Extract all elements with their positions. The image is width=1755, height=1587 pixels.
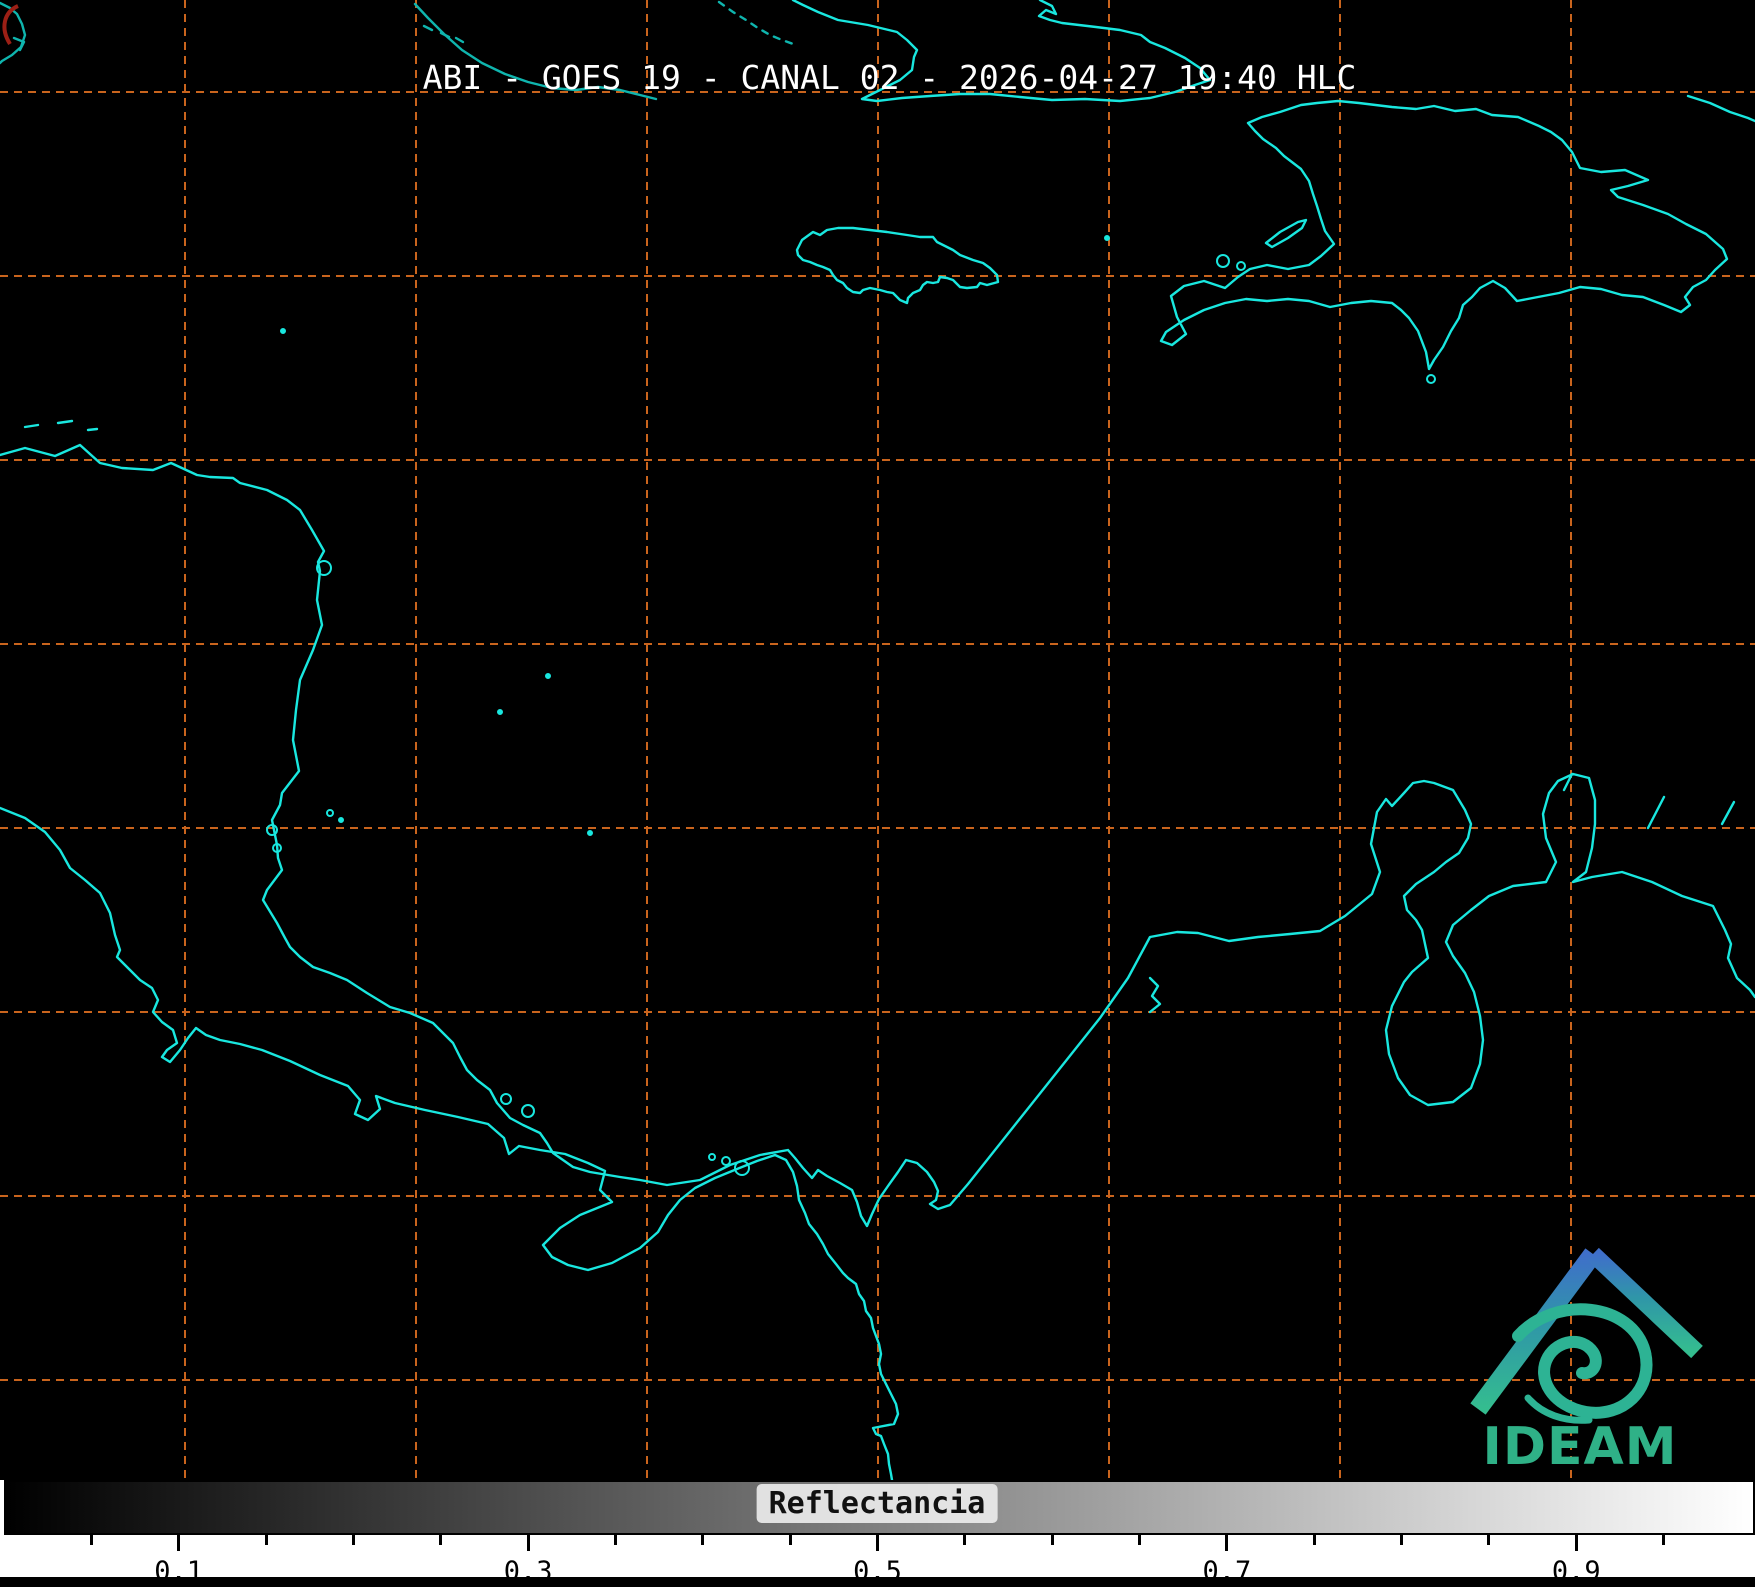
colorbar-minor-tick — [788, 1535, 792, 1545]
colorbar-tick-label: 0.9 — [1551, 1556, 1601, 1587]
colorbar-minor-tick — [89, 1535, 93, 1545]
colorbar-minor-tick — [1050, 1535, 1054, 1545]
colorbar-minor-tick — [701, 1535, 705, 1545]
colorbar-panel: Reflectancia 0.1 0.3 0.5 0.7 0.9 — [0, 1480, 1755, 1587]
ideam-logo: IDEAM — [1470, 1247, 1703, 1477]
colorbar-minor-tick — [613, 1535, 617, 1545]
colorbar-minor-tick — [1312, 1535, 1316, 1545]
satellite-map: ABI - GOES 19 - CANAL 02 - 2026-04-27 19… — [0, 0, 1755, 1480]
colorbar-major-tick — [526, 1535, 530, 1551]
colorbar-minor-tick — [963, 1535, 967, 1545]
logo-wordmark: IDEAM — [1482, 1417, 1677, 1477]
colorbar-minor-tick — [1400, 1535, 1404, 1545]
colorbar-minor-tick — [1138, 1535, 1142, 1545]
colorbar-minor-tick — [439, 1535, 443, 1545]
colorbar-minor-tick — [351, 1535, 355, 1545]
colorbar-major-tick — [1225, 1535, 1229, 1551]
colorbar-minor-tick — [1487, 1535, 1491, 1545]
colorbar-major-tick — [876, 1535, 879, 1551]
colorbar-major-tick — [1574, 1535, 1578, 1551]
colorbar-tick-label: 0.7 — [1202, 1556, 1252, 1587]
colorbar-tick-label: 0.5 — [853, 1556, 902, 1587]
colorbar-minor-tick — [264, 1535, 268, 1545]
colorbar-major-tick — [177, 1535, 181, 1551]
satellite-product-page: { "header": { "title": "ABI - GOES 19 - … — [0, 0, 1755, 1587]
colorbar-tick-label: 0.3 — [503, 1556, 553, 1587]
logo-hurricane-spiral-icon — [1512, 1303, 1653, 1424]
colorbar-title: Reflectancia — [756, 1484, 998, 1523]
colorbar-tick-label: 0.1 — [154, 1556, 204, 1587]
colorbar-minor-tick — [1662, 1535, 1666, 1545]
logo-mountain-icon — [1470, 1247, 1703, 1415]
